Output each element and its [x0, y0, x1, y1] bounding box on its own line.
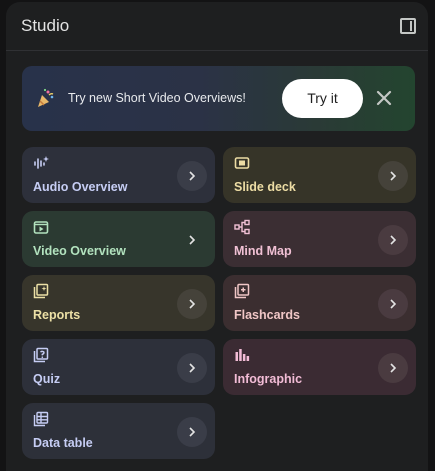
flashcards-tile[interactable]: Flashcards	[223, 275, 416, 331]
audio-waveform-icon	[34, 156, 49, 169]
chevron-right-icon	[189, 235, 196, 245]
chevron-right-button[interactable]	[378, 161, 408, 191]
audio-overview-tile[interactable]: Audio Overview	[22, 147, 215, 203]
close-icon[interactable]	[372, 86, 396, 110]
chevron-right-button[interactable]	[177, 289, 207, 319]
quiz-icon	[33, 347, 49, 363]
tile-label: Slide deck	[234, 180, 296, 194]
chevron-right-icon	[390, 363, 397, 373]
mind-map-icon	[234, 219, 250, 235]
mind-map-tile[interactable]: Mind Map	[223, 211, 416, 267]
chevron-right-icon	[189, 299, 196, 309]
tile-label: Video Overview	[33, 244, 126, 258]
chevron-right-icon	[390, 235, 397, 245]
flashcards-icon	[234, 283, 250, 299]
data-table-icon	[33, 411, 49, 427]
tile-label: Quiz	[33, 372, 61, 386]
chevron-right-icon	[390, 299, 397, 309]
chevron-right-button[interactable]	[177, 225, 207, 255]
page-title: Studio	[21, 16, 70, 35]
chevron-right-icon	[189, 363, 196, 373]
infographic-tile[interactable]: Infographic	[223, 339, 416, 395]
data-table-tile[interactable]: Data table	[22, 403, 215, 459]
studio-header: Studio	[6, 2, 428, 51]
chevron-right-icon	[390, 171, 397, 181]
slides-icon	[234, 157, 250, 169]
chevron-right-icon	[189, 171, 196, 181]
reports-icon	[33, 283, 49, 299]
chevron-right-button[interactable]	[378, 225, 408, 255]
video-icon	[33, 221, 49, 234]
tile-label: Mind Map	[234, 244, 292, 258]
party-popper-icon	[38, 88, 54, 107]
studio-panel: Studio Try new Short Video Overviews! Tr…	[6, 2, 428, 471]
infographic-icon	[235, 349, 250, 361]
chevron-right-icon	[189, 427, 196, 437]
video-overview-tile[interactable]: Video Overview	[22, 211, 215, 267]
chevron-right-button[interactable]	[378, 289, 408, 319]
try-it-button[interactable]: Try it	[282, 79, 363, 118]
chevron-right-button[interactable]	[177, 161, 207, 191]
chevron-right-button[interactable]	[177, 417, 207, 447]
slide-deck-tile[interactable]: Slide deck	[223, 147, 416, 203]
reports-tile[interactable]: Reports	[22, 275, 215, 331]
chevron-right-button[interactable]	[177, 353, 207, 383]
tile-label: Reports	[33, 308, 81, 322]
quiz-tile[interactable]: Quiz	[22, 339, 215, 395]
banner-text: Try new Short Video Overviews!	[68, 91, 246, 105]
promo-banner: Try new Short Video Overviews! Try it	[22, 66, 415, 131]
tile-label: Flashcards	[234, 308, 301, 322]
dock-to-right-icon[interactable]	[400, 18, 416, 34]
chevron-right-button[interactable]	[378, 353, 408, 383]
tile-label: Audio Overview	[33, 180, 128, 194]
tile-label: Infographic	[234, 372, 303, 386]
tile-label: Data table	[33, 436, 93, 450]
